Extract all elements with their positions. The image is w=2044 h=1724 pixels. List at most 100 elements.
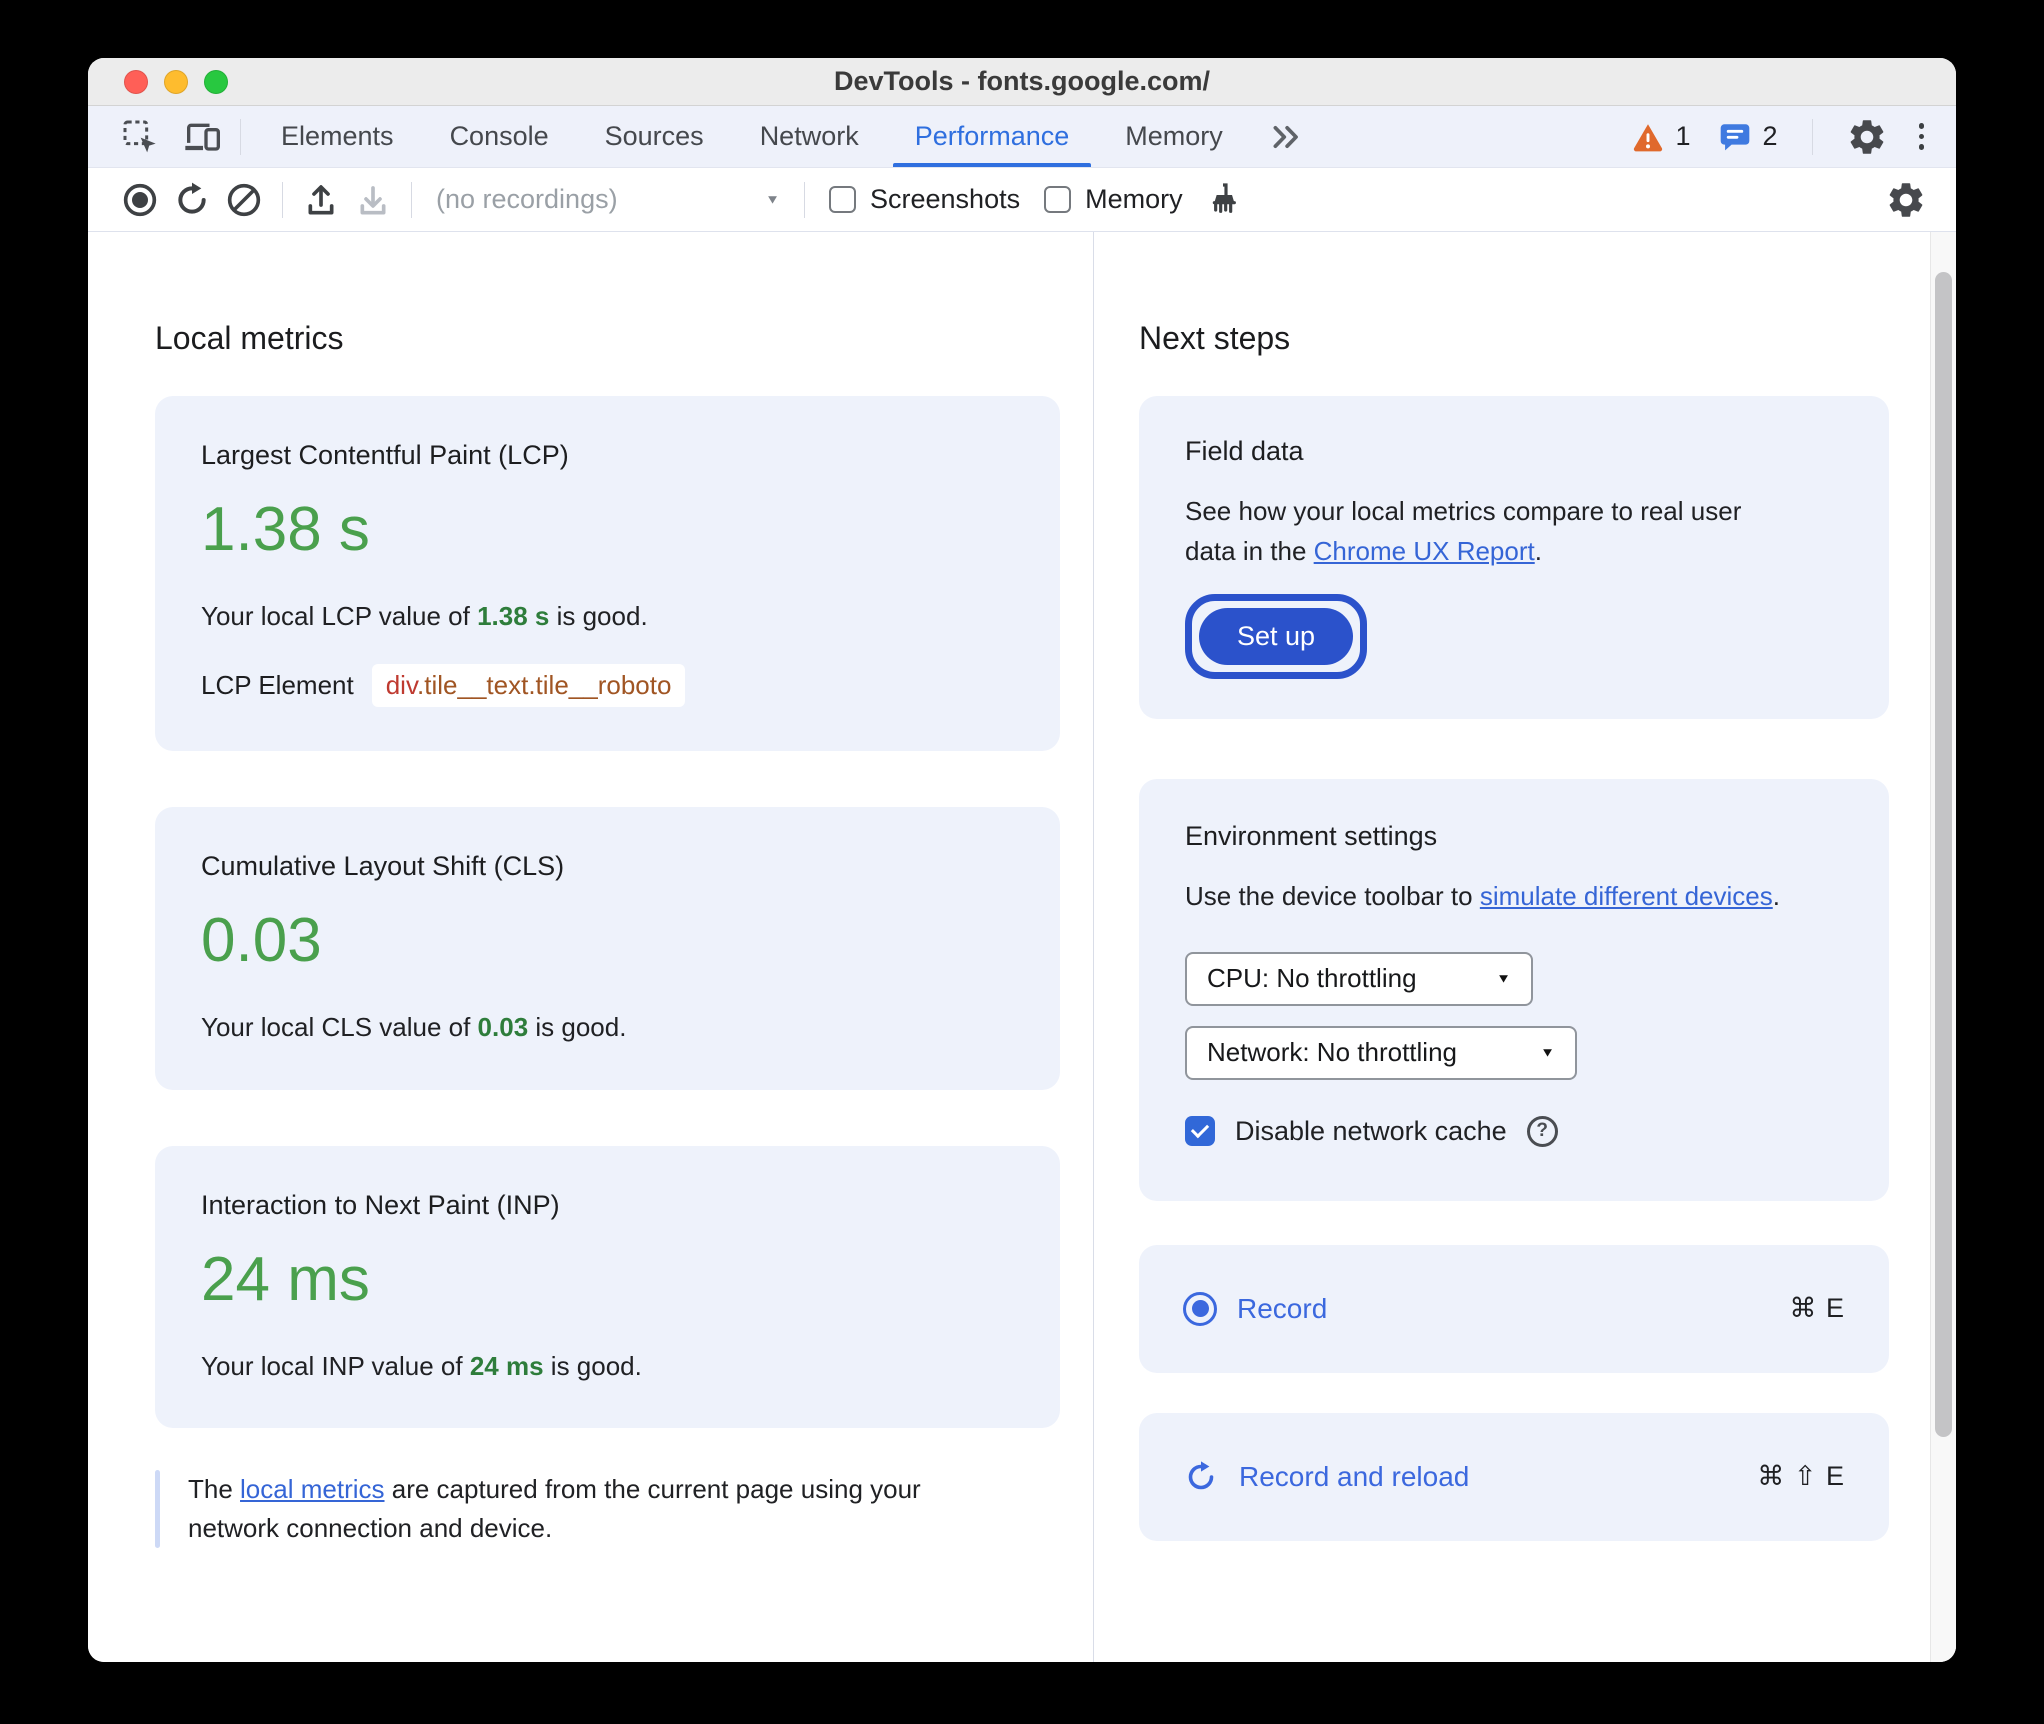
tab-sources[interactable]: Sources — [577, 106, 732, 167]
record-icon — [120, 180, 160, 220]
message-icon — [1718, 120, 1752, 154]
cls-description: Your local CLS value of 0.03 is good. — [201, 1012, 627, 1043]
setup-button[interactable]: Set up — [1199, 607, 1354, 665]
record-reload-action-label: Record and reload — [1239, 1460, 1470, 1492]
screenshots-checkbox[interactable] — [829, 186, 856, 213]
tab-memory[interactable]: Memory — [1097, 106, 1251, 167]
environment-settings-body: Use the device toolbar to simulate diffe… — [1185, 880, 1780, 911]
inp-inline-value: 24 ms — [469, 1350, 544, 1381]
message-count: 2 — [1762, 121, 1778, 151]
simulate-devices-link[interactable]: simulate different devices — [1480, 881, 1773, 911]
local-metrics-link[interactable]: local metrics — [240, 1474, 384, 1504]
cls-card: Cumulative Layout Shift (CLS) 0.03 Your … — [155, 807, 1060, 1090]
screenshots-toggle[interactable]: Screenshots — [817, 184, 1032, 215]
local-metrics-footnote: The local metrics are captured from the … — [155, 1470, 1059, 1549]
warning-count: 1 — [1675, 121, 1691, 151]
load-profile-button[interactable] — [295, 177, 347, 223]
tab-console[interactable]: Console — [422, 106, 577, 167]
lcp-value: 1.38 s — [201, 495, 370, 564]
chevron-down-icon: ▼ — [765, 192, 780, 207]
record-and-reload-action-row[interactable]: Record and reload ⌘ ⇧ E — [1139, 1412, 1889, 1541]
tab-performance[interactable]: Performance — [887, 106, 1098, 167]
lcp-card: Largest Contentful Paint (LCP) 1.38 s Yo… — [155, 396, 1060, 752]
warnings-counter[interactable]: 1 — [1625, 121, 1696, 153]
inp-description: Your local INP value of 24 ms is good. — [201, 1350, 642, 1381]
record-reload-shortcut: ⌘ ⇧ E — [1757, 1461, 1845, 1492]
network-throttling-select[interactable]: Network: No throttling ▼ — [1185, 1025, 1577, 1080]
separator — [1811, 118, 1813, 155]
close-window-button[interactable] — [124, 69, 148, 94]
issues-counter[interactable]: 2 — [1712, 120, 1783, 154]
settings-button[interactable] — [1841, 114, 1893, 160]
cls-card-title: Cumulative Layout Shift (CLS) — [201, 851, 565, 882]
separator — [282, 181, 283, 218]
record-action-row[interactable]: Record ⌘ E — [1139, 1244, 1889, 1373]
inspect-cursor-icon — [120, 117, 160, 157]
recordings-dropdown[interactable]: (no recordings) ▼ — [428, 184, 788, 215]
download-icon — [353, 180, 393, 220]
performance-toolbar: (no recordings) ▼ Screenshots Memory — [88, 168, 1956, 232]
cpu-throttling-select[interactable]: CPU: No throttling ▼ — [1185, 951, 1533, 1006]
local-metrics-panel: Local metrics Largest Contentful Paint (… — [88, 232, 1094, 1662]
tab-network[interactable]: Network — [732, 106, 887, 167]
separator — [411, 181, 412, 218]
minimize-window-button[interactable] — [164, 69, 188, 94]
memory-toggle[interactable]: Memory — [1032, 184, 1195, 215]
local-metrics-heading: Local metrics — [155, 320, 344, 356]
record-icon — [1183, 1291, 1217, 1326]
memory-checkbox[interactable] — [1044, 186, 1072, 213]
field-data-body: See how your local metrics compare to re… — [1185, 496, 1742, 567]
crux-report-link[interactable]: Chrome UX Report — [1314, 536, 1535, 566]
scrollbar-thumb[interactable] — [1935, 272, 1952, 1437]
performance-landing-page: Local metrics Largest Contentful Paint (… — [88, 232, 1956, 1662]
tab-elements[interactable]: Elements — [253, 106, 422, 167]
kebab-icon — [1918, 123, 1924, 129]
environment-settings-title: Environment settings — [1185, 820, 1438, 851]
reload-icon — [172, 180, 212, 220]
more-options-button[interactable] — [1909, 117, 1935, 156]
separator — [804, 181, 805, 218]
lcp-inline-value: 1.38 s — [477, 600, 550, 631]
disable-cache-checkbox[interactable] — [1185, 1116, 1215, 1147]
panel-tabs: Elements Console Sources Network Perform… — [253, 106, 1251, 167]
lcp-element-row: LCP Element div.tile__text.tile__roboto — [201, 664, 1014, 708]
record-button[interactable] — [114, 177, 166, 223]
record-and-reload-button[interactable] — [166, 177, 218, 223]
clear-recordings-button[interactable] — [218, 177, 270, 223]
disable-cache-row: Disable network cache ? — [1185, 1115, 1843, 1147]
double-chevron-icon — [1269, 120, 1303, 154]
lcp-element-selector[interactable]: div.tile__text.tile__roboto — [371, 664, 686, 708]
devtools-tab-bar: Elements Console Sources Network Perform… — [88, 106, 1956, 168]
environment-settings-card: Environment settings Use the device tool… — [1139, 778, 1889, 1201]
upload-icon — [301, 180, 341, 220]
title-bar: DevTools - fonts.google.com/ — [88, 58, 1956, 106]
chevron-down-icon: ▼ — [1496, 971, 1511, 987]
field-data-card: Field data See how your local metrics co… — [1139, 396, 1889, 719]
inp-card: Interaction to Next Paint (INP) 24 ms Yo… — [155, 1145, 1060, 1429]
reload-icon — [1183, 1459, 1219, 1495]
cls-inline-value: 0.03 — [477, 1012, 529, 1043]
lcp-element-label: LCP Element — [201, 670, 354, 701]
network-throttling-value: Network: No throttling — [1207, 1037, 1457, 1068]
record-action-label: Record — [1237, 1292, 1328, 1324]
more-tabs-button[interactable] — [1251, 120, 1321, 154]
gear-icon — [1885, 179, 1927, 221]
record-shortcut: ⌘ E — [1789, 1293, 1845, 1324]
memory-label: Memory — [1085, 184, 1183, 214]
traffic-lights — [124, 58, 228, 105]
disable-cache-label: Disable network cache — [1235, 1115, 1507, 1146]
inspect-element-button[interactable] — [114, 114, 166, 160]
devtools-window: DevTools - fonts.google.com/ Elements Co… — [88, 58, 1956, 1662]
vertical-scrollbar[interactable] — [1930, 232, 1956, 1662]
save-profile-button[interactable] — [347, 177, 399, 223]
capture-settings-button[interactable] — [1880, 177, 1932, 223]
help-icon[interactable]: ? — [1526, 1115, 1558, 1147]
zoom-window-button[interactable] — [204, 69, 228, 94]
setup-button-focus-ring: Set up — [1185, 593, 1368, 679]
device-toolbar-button[interactable] — [176, 114, 228, 160]
lcp-description: Your local LCP value of 1.38 s is good. — [201, 600, 648, 631]
cpu-throttling-value: CPU: No throttling — [1207, 963, 1417, 994]
collect-garbage-button[interactable] — [1195, 177, 1247, 223]
device-toolbar-icon — [182, 117, 222, 157]
field-data-title: Field data — [1185, 436, 1304, 466]
